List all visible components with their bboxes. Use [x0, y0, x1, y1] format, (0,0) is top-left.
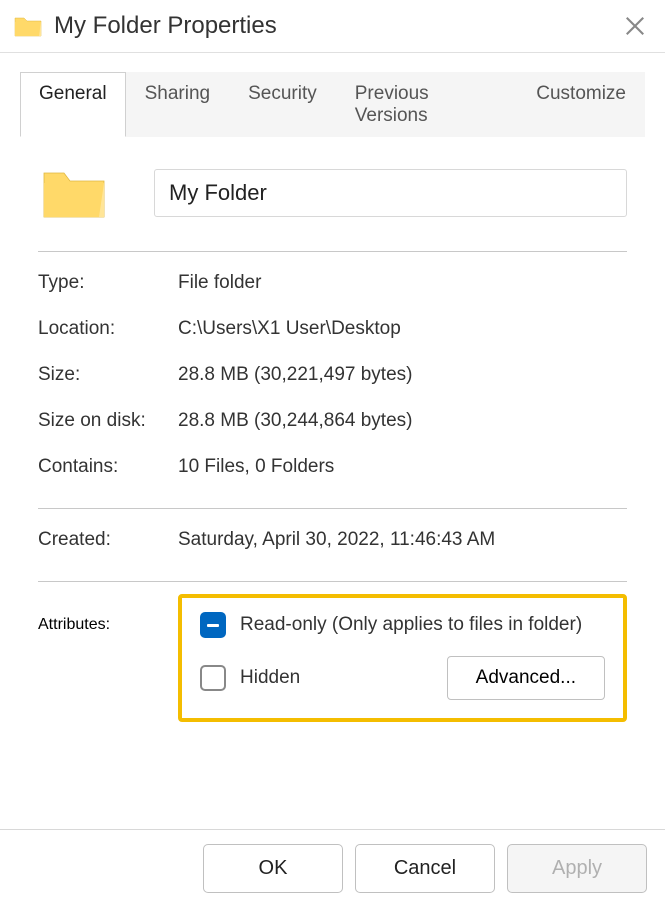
location-row: Location: C:\Users\X1 User\Desktop	[38, 318, 627, 340]
type-row: Type: File folder	[38, 272, 627, 294]
hidden-label: Hidden	[240, 667, 300, 689]
titlebar: My Folder Properties	[0, 0, 665, 53]
size-row: Size: 28.8 MB (30,221,497 bytes)	[38, 364, 627, 386]
size-value: 28.8 MB (30,221,497 bytes)	[178, 364, 627, 386]
created-value: Saturday, April 30, 2022, 11:46:43 AM	[178, 529, 627, 551]
content-area: General Sharing Security Previous Versio…	[0, 53, 665, 829]
attributes-box: Read-only (Only applies to files in fold…	[178, 594, 627, 722]
size-label: Size:	[38, 364, 178, 386]
contains-label: Contains:	[38, 456, 178, 478]
tab-general[interactable]: General	[20, 72, 126, 137]
attributes-label: Attributes:	[38, 602, 178, 722]
hidden-checkbox[interactable]	[200, 665, 226, 691]
divider	[38, 581, 627, 582]
contains-value: 10 Files, 0 Folders	[178, 456, 627, 478]
hidden-row: Hidden Advanced...	[200, 656, 605, 700]
divider	[38, 251, 627, 252]
cancel-button[interactable]: Cancel	[355, 844, 495, 893]
advanced-button[interactable]: Advanced...	[447, 656, 605, 700]
tab-sharing[interactable]: Sharing	[126, 72, 230, 137]
tab-security[interactable]: Security	[229, 72, 336, 137]
tab-bar: General Sharing Security Previous Versio…	[20, 71, 645, 137]
folder-large-icon	[42, 165, 106, 221]
close-button[interactable]	[621, 12, 649, 40]
folder-name-input[interactable]	[154, 169, 627, 217]
apply-button[interactable]: Apply	[507, 844, 647, 893]
readonly-row: Read-only (Only applies to files in fold…	[200, 612, 605, 638]
divider	[38, 508, 627, 509]
created-label: Created:	[38, 529, 178, 551]
readonly-label: Read-only (Only applies to files in fold…	[240, 614, 582, 636]
readonly-checkbox[interactable]	[200, 612, 226, 638]
properties-window: My Folder Properties General Sharing Sec…	[0, 0, 665, 907]
size-on-disk-row: Size on disk: 28.8 MB (30,244,864 bytes)	[38, 410, 627, 432]
location-value: C:\Users\X1 User\Desktop	[178, 318, 627, 340]
type-label: Type:	[38, 272, 178, 294]
folder-icon	[14, 14, 42, 38]
ok-button[interactable]: OK	[203, 844, 343, 893]
dialog-footer: OK Cancel Apply	[0, 829, 665, 907]
created-row: Created: Saturday, April 30, 2022, 11:46…	[38, 529, 627, 551]
size-on-disk-label: Size on disk:	[38, 410, 178, 432]
location-label: Location:	[38, 318, 178, 340]
size-on-disk-value: 28.8 MB (30,244,864 bytes)	[178, 410, 627, 432]
name-row	[38, 165, 627, 221]
attributes-row: Attributes: Read-only (Only applies to f…	[38, 602, 627, 722]
tab-customize[interactable]: Customize	[517, 72, 645, 137]
general-panel: Type: File folder Location: C:\Users\X1 …	[20, 137, 645, 829]
contains-row: Contains: 10 Files, 0 Folders	[38, 456, 627, 478]
attributes-highlight: Read-only (Only applies to files in fold…	[178, 602, 627, 722]
window-title: My Folder Properties	[54, 12, 621, 40]
tab-previous-versions[interactable]: Previous Versions	[336, 72, 518, 137]
type-value: File folder	[178, 272, 627, 294]
